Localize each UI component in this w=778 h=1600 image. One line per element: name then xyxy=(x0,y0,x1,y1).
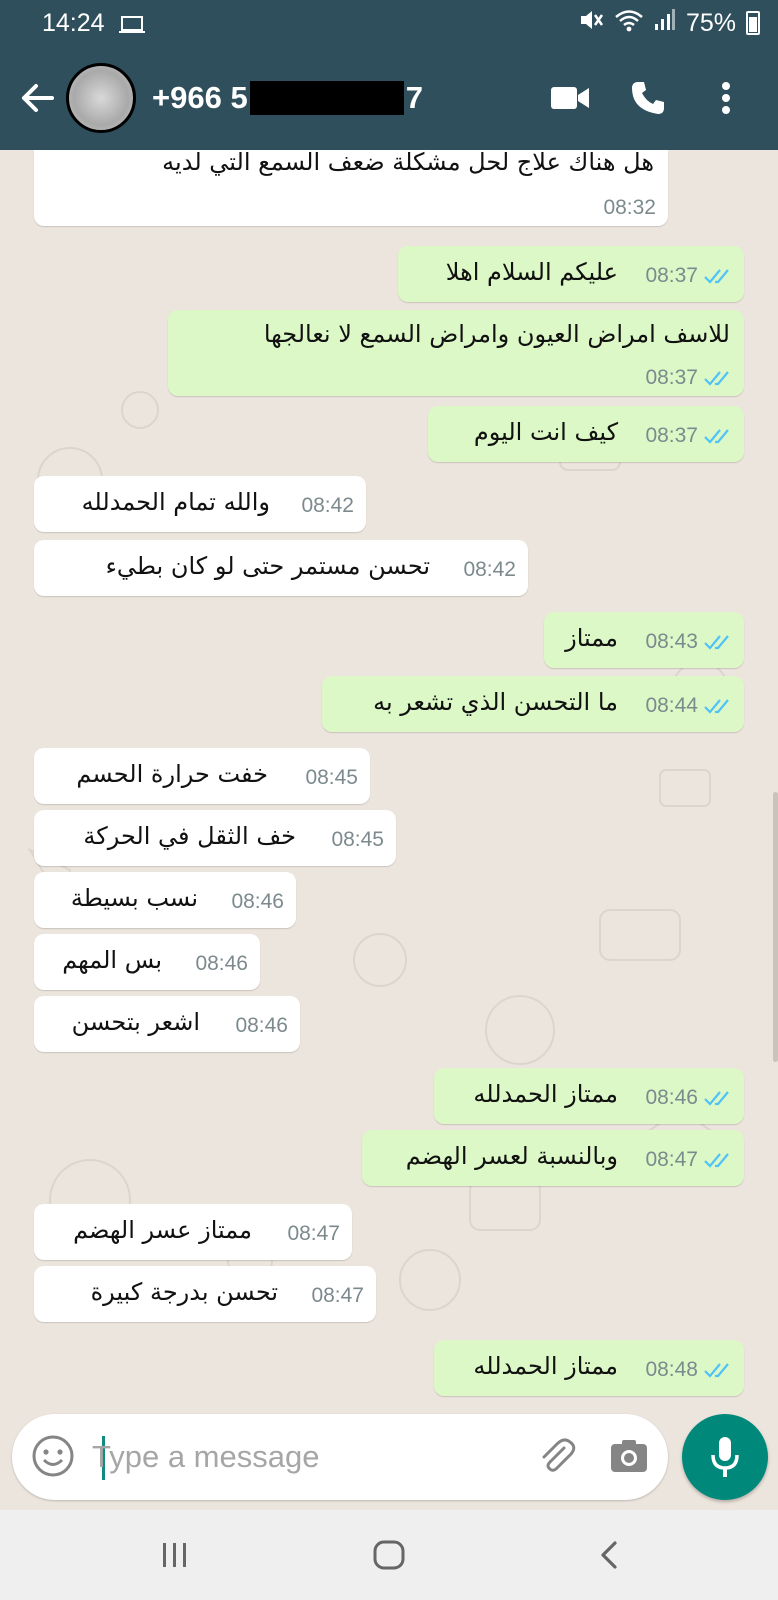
message-text: ما التحسن الذي تشعر به xyxy=(373,688,618,716)
message-outgoing[interactable]: كيف انت اليوم 08:37 xyxy=(428,406,744,462)
read-ticks-icon xyxy=(704,269,729,284)
status-time: 14:24 xyxy=(42,8,105,37)
message-incoming[interactable]: اشعر بتحسن 08:46 xyxy=(34,996,300,1052)
message-composer xyxy=(12,1414,668,1500)
emoji-icon[interactable] xyxy=(30,1433,76,1479)
message-time: 08:44 xyxy=(645,694,698,717)
message-outgoing[interactable]: ممتاز الحمدلله 08:46 xyxy=(434,1068,744,1124)
read-ticks-icon xyxy=(704,1091,729,1106)
message-incoming[interactable]: تحسن مستمر حتى لو كان بطيء 08:42 xyxy=(34,540,528,596)
message-time: 08:42 xyxy=(301,494,354,517)
message-time: 08:47 xyxy=(311,1284,364,1307)
message-time: 08:46 xyxy=(195,952,248,975)
message-text: عليكم السلام اهلا xyxy=(445,258,618,286)
mute-icon xyxy=(578,8,604,39)
back-icon[interactable] xyxy=(584,1532,634,1578)
status-bar: 14:24 75% xyxy=(0,0,778,46)
message-incoming[interactable]: والله تمام الحمدلله 08:42 xyxy=(34,476,366,532)
message-outgoing[interactable]: ممتاز الحمدلله 08:48 xyxy=(434,1340,744,1396)
home-icon[interactable] xyxy=(364,1532,414,1578)
read-ticks-icon xyxy=(704,635,729,650)
contact-name[interactable]: +966 5 7 xyxy=(152,80,423,116)
read-ticks-icon xyxy=(704,699,729,714)
message-time: 08:45 xyxy=(331,828,384,851)
message-time: 08:48 xyxy=(645,1358,698,1381)
message-incoming[interactable]: ممتاز عسر الهضم 08:47 xyxy=(34,1204,352,1260)
message-outgoing[interactable]: عليكم السلام اهلا 08:37 xyxy=(398,246,744,302)
message-text: ممتاز xyxy=(565,624,618,652)
wifi-icon xyxy=(614,8,644,39)
camera-icon[interactable] xyxy=(608,1436,650,1478)
contact-avatar[interactable] xyxy=(66,63,136,133)
message-text: خف الثقل في الحركة xyxy=(83,822,296,850)
message-time: 08:46 xyxy=(235,1014,288,1037)
read-ticks-icon xyxy=(704,371,729,386)
message-outgoing[interactable]: ما التحسن الذي تشعر به 08:44 xyxy=(322,676,744,732)
message-outgoing[interactable]: وبالنسبة لعسر الهضم 08:47 xyxy=(362,1130,744,1186)
message-incoming[interactable]: خف الثقل في الحركة 08:45 xyxy=(34,810,396,866)
message-text: خفت حرارة الحسم xyxy=(76,760,268,788)
message-text: ممتاز الحمدلله xyxy=(473,1080,618,1108)
message-text: اشعر بتحسن xyxy=(71,1008,200,1036)
message-incoming[interactable]: تحسن بدرجة كبيرة 08:47 xyxy=(34,1266,376,1322)
mic-icon xyxy=(711,1437,739,1477)
message-time: 08:43 xyxy=(645,630,698,653)
redaction-bar xyxy=(249,81,404,115)
message-time: 08:37 xyxy=(645,264,698,287)
battery-percent: 75% xyxy=(685,8,736,37)
message-text: تحسن بدرجة كبيرة xyxy=(90,1278,278,1306)
more-options-icon[interactable] xyxy=(704,76,748,120)
message-text: هل هناك علاج لحل مشكلة ضعف السمع التي لد… xyxy=(162,150,654,176)
message-text: للاسف امراض العيون وامراض السمع لا نعالج… xyxy=(263,320,730,348)
message-incoming[interactable]: خفت حرارة الحسم 08:45 xyxy=(34,748,370,804)
message-text: نسب بسيطة xyxy=(70,884,198,912)
contact-number-prefix: +966 5 xyxy=(152,80,248,115)
message-outgoing[interactable]: ممتاز 08:43 xyxy=(544,612,744,668)
laptop-icon xyxy=(118,14,145,33)
message-incoming[interactable]: بس المهم 08:46 xyxy=(34,934,260,990)
message-text: وبالنسبة لعسر الهضم xyxy=(405,1142,618,1170)
message-text: ممتاز عسر الهضم xyxy=(73,1216,252,1244)
chat-scrollbar[interactable] xyxy=(773,792,778,1062)
message-text: ممتاز الحمدلله xyxy=(473,1352,618,1380)
message-time: 08:45 xyxy=(305,766,358,789)
recent-apps-icon[interactable] xyxy=(150,1532,200,1578)
system-nav-bar xyxy=(0,1510,778,1600)
message-time: 08:47 xyxy=(287,1222,340,1245)
message-text: كيف انت اليوم xyxy=(473,418,618,446)
chat-header: +966 5 7 xyxy=(0,46,778,150)
message-outgoing[interactable]: للاسف امراض العيون وامراض السمع لا نعالج… xyxy=(168,310,744,396)
chat-area[interactable]: هل هناك علاج لحل مشكلة ضعف السمع التي لد… xyxy=(0,150,778,1405)
read-ticks-icon xyxy=(704,1363,729,1378)
read-ticks-icon xyxy=(704,1153,729,1168)
message-text: بس المهم xyxy=(62,946,162,974)
message-time: 08:32 xyxy=(603,196,656,219)
message-incoming[interactable]: نسب بسيطة 08:46 xyxy=(34,872,296,928)
back-arrow-icon[interactable] xyxy=(12,73,62,123)
message-incoming[interactable]: هل هناك علاج لحل مشكلة ضعف السمع التي لد… xyxy=(34,150,668,226)
message-time: 08:46 xyxy=(645,1086,698,1109)
message-text: والله تمام الحمدلله xyxy=(81,488,270,516)
message-time: 08:37 xyxy=(645,366,698,389)
message-input[interactable] xyxy=(92,1428,512,1486)
message-time: 08:47 xyxy=(645,1148,698,1171)
battery-icon xyxy=(746,11,760,35)
message-text: تحسن مستمر حتى لو كان بطيء xyxy=(105,552,430,580)
video-call-icon[interactable] xyxy=(548,76,592,120)
contact-number-suffix: 7 xyxy=(405,80,423,115)
message-time: 08:37 xyxy=(645,424,698,447)
read-ticks-icon xyxy=(704,429,729,444)
attach-icon[interactable] xyxy=(534,1434,580,1480)
message-time: 08:46 xyxy=(231,890,284,913)
mic-button[interactable] xyxy=(682,1414,768,1500)
voice-call-icon[interactable] xyxy=(626,76,670,120)
status-icons: 75% xyxy=(578,8,760,39)
signal-icon xyxy=(654,8,676,38)
message-time: 08:42 xyxy=(463,558,516,581)
